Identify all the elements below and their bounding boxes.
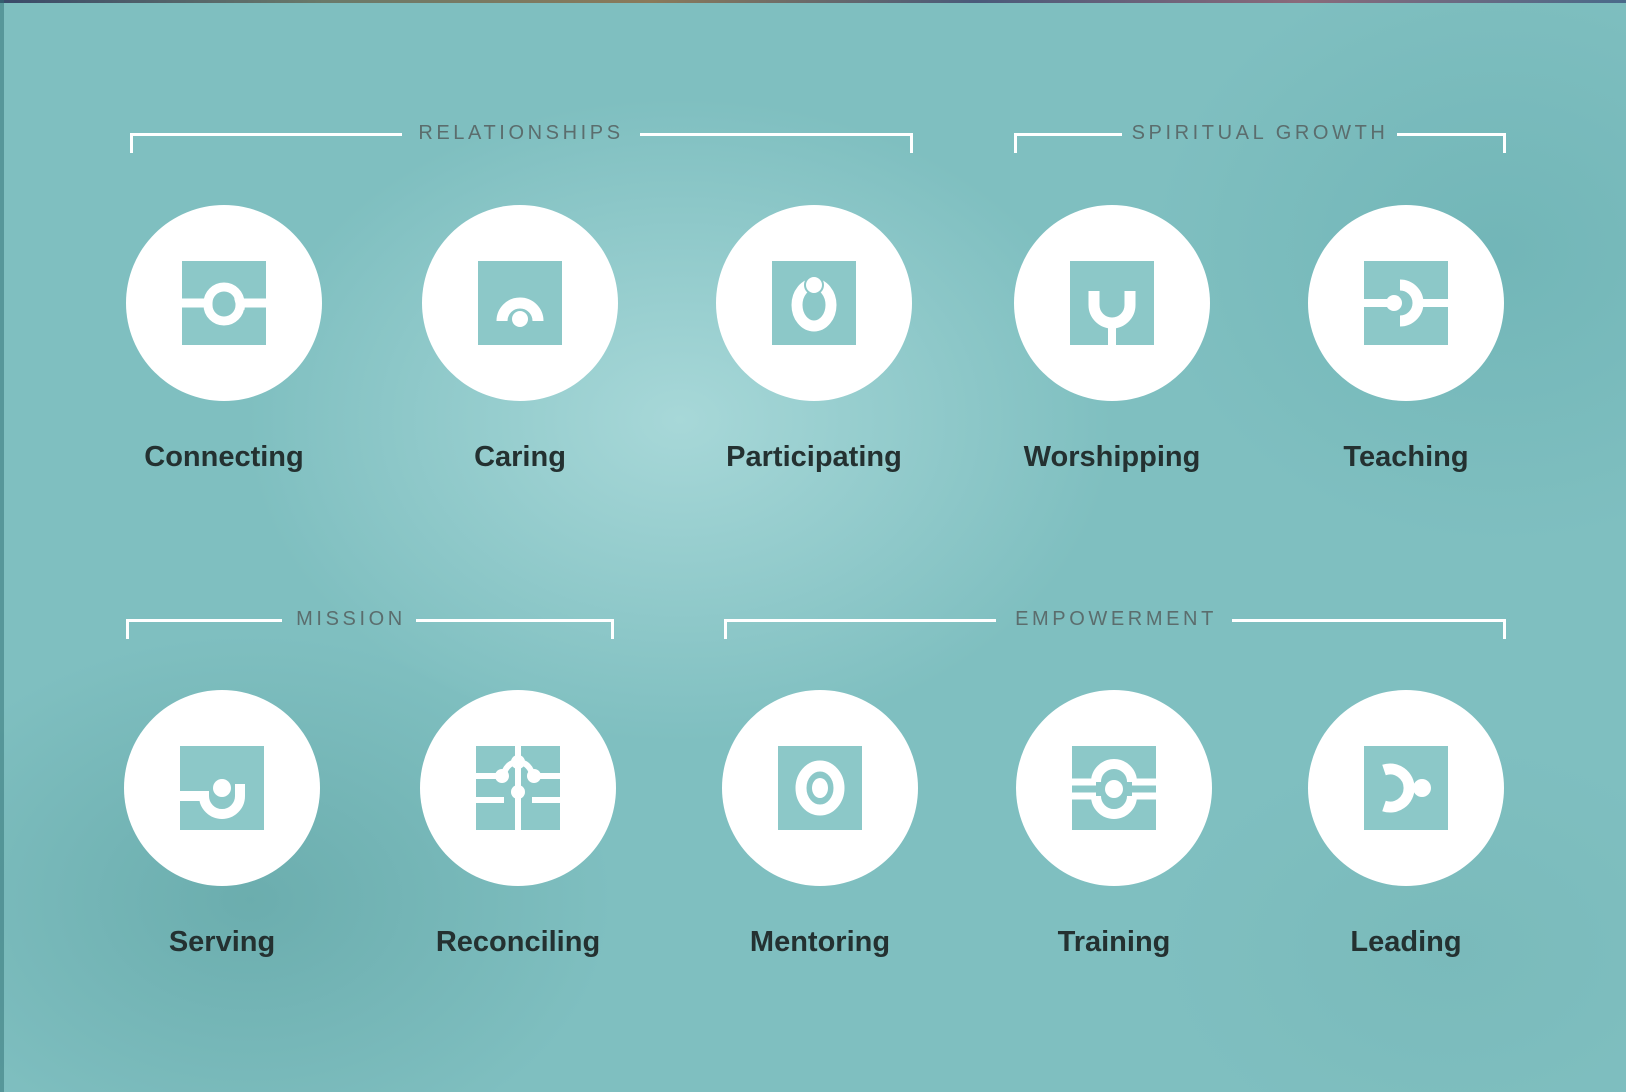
empowerment-bracket: EMPOWERMENT — [724, 608, 1506, 639]
serving-circle[interactable] — [124, 690, 320, 886]
caring-icon — [478, 261, 562, 345]
participating-circle[interactable] — [716, 205, 912, 401]
group-label-empowerment: EMPOWERMENT — [1015, 608, 1217, 630]
item-connecting[interactable]: Connecting — [124, 205, 324, 474]
top-image-strip — [0, 0, 1626, 3]
connecting-circle[interactable] — [126, 205, 322, 401]
mission-bracket: MISSION — [126, 608, 614, 639]
group-label-mission: MISSION — [296, 608, 406, 630]
item-caring[interactable]: Caring — [420, 205, 620, 474]
leading-icon — [1364, 746, 1448, 830]
mentoring-label: Mentoring — [749, 926, 891, 958]
teaching-circle[interactable] — [1308, 205, 1504, 401]
leading-circle[interactable] — [1308, 690, 1504, 886]
mentoring-icon — [778, 746, 862, 830]
training-label: Training — [1057, 926, 1171, 958]
leading-label: Leading — [1350, 926, 1462, 958]
training-icon — [1072, 746, 1156, 830]
worshipping-label: Worshipping — [1023, 441, 1201, 473]
mentoring-circle[interactable] — [722, 690, 918, 886]
item-participating[interactable]: Participating — [714, 205, 914, 474]
teaching-label: Teaching — [1343, 441, 1469, 473]
caring-label: Caring — [474, 441, 566, 473]
item-training[interactable]: Training — [1014, 690, 1214, 959]
caring-circle[interactable] — [422, 205, 618, 401]
participating-label: Participating — [726, 441, 902, 473]
item-worshipping[interactable]: Worshipping — [1012, 205, 1212, 474]
item-serving[interactable]: Serving — [122, 690, 322, 959]
serving-icon — [180, 746, 264, 830]
reconciling-circle[interactable] — [420, 690, 616, 886]
reconciling-icon — [476, 746, 560, 830]
item-teaching[interactable]: Teaching — [1306, 205, 1506, 474]
worshipping-icon — [1070, 261, 1154, 345]
connecting-label: Connecting — [144, 441, 304, 473]
participating-icon — [772, 261, 856, 345]
spiritual-growth-bracket: SPIRITUAL GROWTH — [1014, 122, 1506, 153]
group-label-relationships: RELATIONSHIPS — [418, 122, 624, 144]
item-mentoring[interactable]: Mentoring — [720, 690, 920, 959]
group-label-spiritual-growth: SPIRITUAL GROWTH — [1131, 122, 1389, 144]
item-leading[interactable]: Leading — [1306, 690, 1506, 959]
left-edge — [0, 0, 4, 1092]
connecting-icon — [182, 261, 266, 345]
reconciling-label: Reconciling — [435, 926, 601, 958]
item-reconciling[interactable]: Reconciling — [418, 690, 618, 959]
relationships-bracket: RELATIONSHIPS — [130, 122, 913, 153]
serving-label: Serving — [168, 926, 276, 958]
training-circle[interactable] — [1016, 690, 1212, 886]
teaching-icon — [1364, 261, 1448, 345]
worshipping-circle[interactable] — [1014, 205, 1210, 401]
